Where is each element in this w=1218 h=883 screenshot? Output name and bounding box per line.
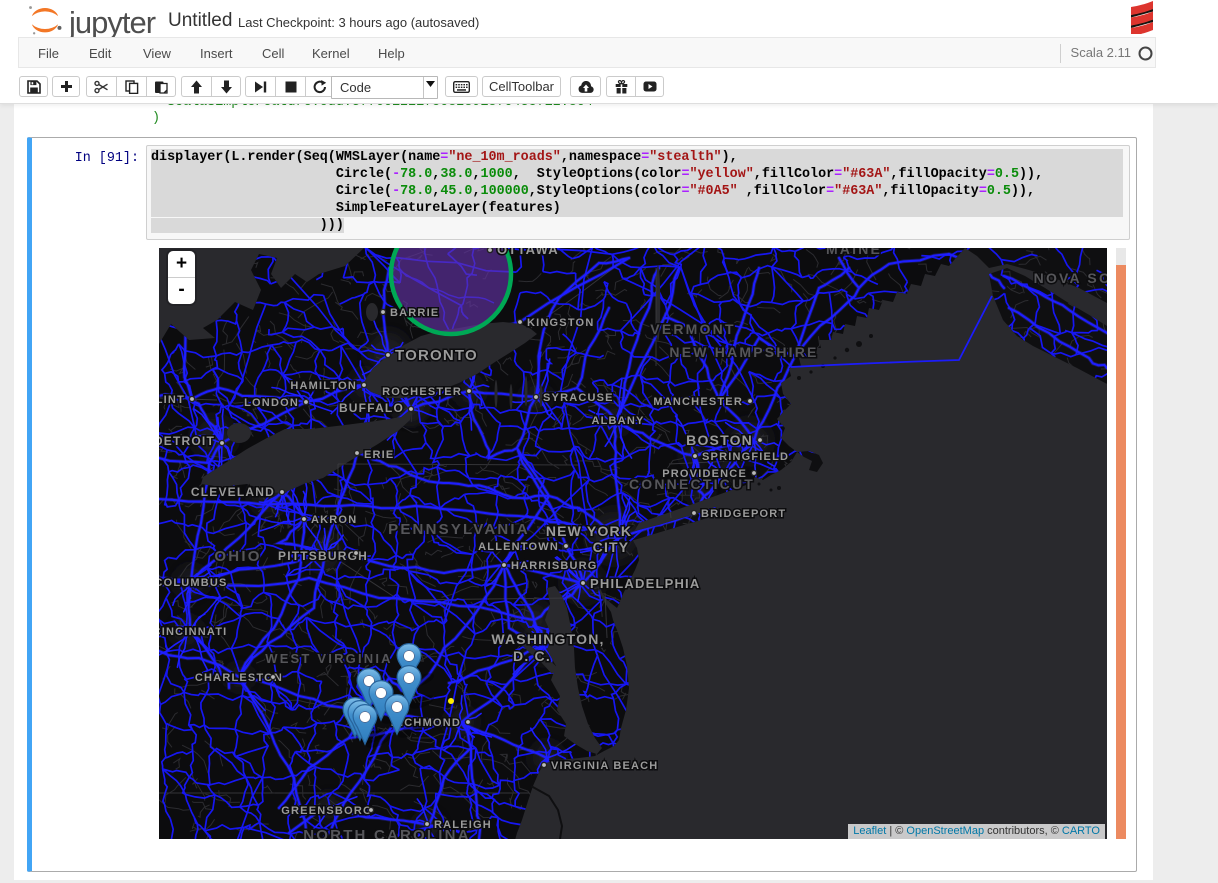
svg-text:NEW YORK: NEW YORK (546, 523, 632, 539)
svg-text:HARRISBURG: HARRISBURG (511, 560, 598, 572)
svg-text:DETROIT: DETROIT (159, 434, 215, 448)
svg-text:AKRON: AKRON (311, 514, 357, 526)
svg-text:TORONTO: TORONTO (395, 347, 478, 364)
svg-text:CLEVELAND: CLEVELAND (191, 485, 275, 499)
svg-text:ALLENTOWN: ALLENTOWN (478, 541, 559, 553)
svg-text:PENNSYLVANIA: PENNSYLVANIA (388, 521, 530, 538)
svg-text:NEW HAMPSHIRE: NEW HAMPSHIRE (669, 344, 818, 360)
svg-text:WASHINGTON,: WASHINGTON, (491, 631, 604, 647)
svg-text:CINCINNATI: CINCINNATI (159, 626, 227, 638)
svg-text:ROCHESTER: ROCHESTER (382, 386, 462, 398)
svg-text:LONDON: LONDON (244, 397, 299, 409)
svg-text:OHIO: OHIO (214, 548, 261, 565)
svg-text:VIRGINIA BEACH: VIRGINIA BEACH (551, 760, 658, 772)
svg-text:CONNECTICUT: CONNECTICUT (629, 476, 755, 492)
svg-text:HAMILTON: HAMILTON (290, 380, 357, 392)
svg-text:BUFFALO: BUFFALO (339, 401, 404, 415)
svg-text:VERMONT: VERMONT (650, 321, 735, 337)
svg-text:OTTAWA: OTTAWA (497, 248, 559, 257)
svg-text:KINGSTON: KINGSTON (527, 317, 594, 329)
svg-text:COLUMBUS: COLUMBUS (159, 577, 228, 589)
svg-text:BOSTON: BOSTON (686, 432, 753, 448)
svg-text:NOVA SCO: NOVA SCO (1034, 270, 1107, 286)
svg-text:CITY: CITY (593, 539, 630, 555)
svg-text:SYRACUSE: SYRACUSE (543, 392, 614, 404)
svg-text:GREENSBORO: GREENSBORO (281, 805, 372, 817)
svg-text:PHILADELPHIA: PHILADELPHIA (590, 576, 700, 591)
svg-text:NORTH CAROLINA: NORTH CAROLINA (303, 827, 470, 839)
svg-text:D. C.: D. C. (513, 648, 551, 664)
svg-text:WEST VIRGINIA: WEST VIRGINIA (265, 651, 393, 666)
svg-text:ERIE: ERIE (364, 449, 394, 461)
svg-text:ALBANY: ALBANY (591, 415, 644, 427)
svg-text:BARRIE: BARRIE (390, 307, 439, 319)
svg-text:MAINE: MAINE (826, 248, 882, 257)
svg-text:BRIDGEPORT: BRIDGEPORT (701, 508, 786, 520)
svg-text:MANCHESTER: MANCHESTER (653, 396, 743, 408)
svg-text:FLINT: FLINT (159, 394, 185, 406)
svg-text:SPRINGFIELD: SPRINGFIELD (702, 451, 789, 463)
